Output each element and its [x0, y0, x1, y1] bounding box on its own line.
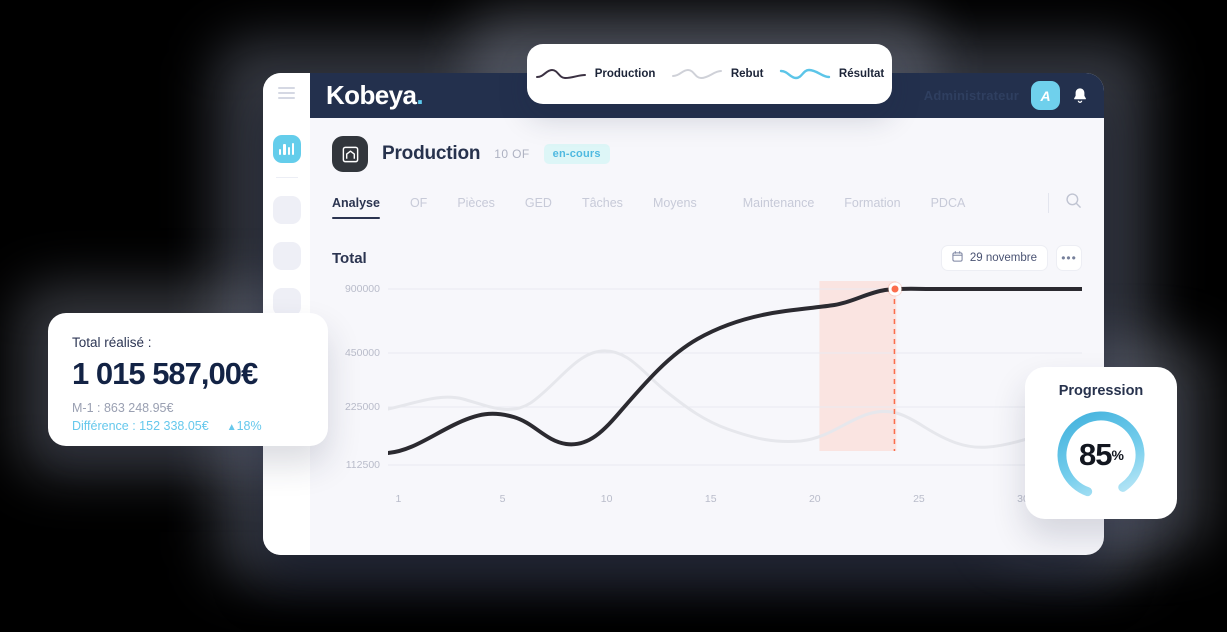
- y-tick-1: 450000: [344, 347, 380, 359]
- more-options-button[interactable]: •••: [1056, 245, 1082, 271]
- sidebar-divider: [275, 177, 298, 178]
- x-tick-4: 20: [808, 493, 821, 505]
- legend-label-resultat: Résultat: [838, 68, 885, 80]
- progression-title: Progression: [1058, 383, 1144, 399]
- chart-svg: [386, 281, 1084, 466]
- search-icon[interactable]: [1065, 192, 1082, 214]
- top-bar-right: Administrateur A: [924, 81, 1088, 110]
- x-tick-2: 10: [600, 493, 613, 505]
- kpi-difference-row: Différence : 152 338.05€ ▲18%: [72, 419, 304, 433]
- factory-icon: [332, 136, 368, 172]
- chart-marker-dot[interactable]: [888, 282, 902, 296]
- kpi-value: 1 015 587,00€: [72, 356, 258, 391]
- sidebar-item-2[interactable]: [272, 196, 301, 224]
- legend-label-rebut: Rebut: [730, 68, 764, 80]
- screenshot-stage: Kobeya. Administrateur A Production 10 O…: [0, 0, 1227, 632]
- kpi-previous-month: M-1 : 863 248.95€: [72, 401, 174, 415]
- tab-of[interactable]: OF: [410, 196, 427, 219]
- bar-chart-icon: [278, 143, 295, 155]
- logo-text: Kobeya: [326, 80, 417, 110]
- tab-pdca[interactable]: PDCA: [931, 196, 966, 219]
- total-realise-card: Total réalisé : 1 015 587,00€ M-1 : 863 …: [48, 313, 328, 446]
- chart-legend-card: Production Rebut Résultat: [527, 44, 892, 104]
- y-tick-0: 900000: [344, 283, 380, 295]
- x-tick-1: 5: [499, 493, 506, 505]
- legend-line-resultat: [779, 68, 831, 80]
- tab-taches[interactable]: Tâches: [582, 196, 623, 219]
- progression-value: 85: [1079, 437, 1112, 472]
- logo-dot: .: [416, 80, 423, 110]
- series-rebut: [386, 349, 1084, 449]
- kpi-label: Total réalisé :: [72, 335, 152, 350]
- kpi-trend-value: 18%: [236, 419, 262, 433]
- progression-ring: 85%: [1051, 405, 1151, 505]
- more-icon: •••: [1061, 251, 1077, 265]
- chart-panel: Total 29 novembre ••• 900000 450000 2250…: [332, 245, 1084, 505]
- legend-label-production: Production: [594, 68, 656, 80]
- status-badge: en-cours: [543, 144, 610, 164]
- legend-line-rebut: [671, 68, 722, 80]
- legend-item-production[interactable]: Production: [535, 66, 656, 82]
- sidebar-item-analytics[interactable]: [272, 135, 301, 163]
- x-tick-5: 25: [913, 493, 925, 505]
- calendar-icon: [952, 251, 963, 265]
- legend-line-production: [535, 68, 586, 80]
- app-logo[interactable]: Kobeya.: [326, 80, 424, 111]
- date-label: 29 novembre: [969, 252, 1037, 264]
- progression-card: Progression 85%: [1025, 367, 1177, 519]
- tab-ged[interactable]: GED: [525, 196, 552, 219]
- legend-item-rebut[interactable]: Rebut: [671, 66, 764, 82]
- tab-maintenance[interactable]: Maintenance: [743, 196, 815, 219]
- x-tick-0: 1: [395, 493, 402, 505]
- x-tick-3: 15: [704, 493, 717, 505]
- progression-value-wrap: 85%: [1051, 405, 1151, 505]
- tab-divider: [1048, 193, 1049, 213]
- hamburger-icon[interactable]: [278, 87, 295, 99]
- kpi-trend: ▲18%: [227, 419, 262, 433]
- kpi-difference: Différence : 152 338.05€: [72, 419, 209, 433]
- progression-unit: %: [1111, 447, 1124, 463]
- chart-plot-area: 900000 450000 225000 112500 1 5 10 15 20…: [345, 281, 1084, 505]
- line-chart: 900000 450000 225000 112500 1 5 10 15 20…: [332, 281, 1084, 505]
- legend-item-resultat[interactable]: Résultat: [779, 66, 884, 82]
- tab-bar: Analyse OF Pièces GED Tâches Moyens Main…: [332, 192, 1082, 223]
- tab-moyens[interactable]: Moyens: [653, 196, 697, 219]
- chart-title: Total: [332, 249, 367, 267]
- tab-pieces[interactable]: Pièces: [457, 196, 495, 219]
- chart-panel-header: Total 29 novembre •••: [332, 245, 1082, 271]
- dashboard-window: Kobeya. Administrateur A Production 10 O…: [263, 73, 1104, 555]
- tab-bar-right: [1048, 192, 1082, 223]
- y-tick-2: 225000: [344, 401, 380, 413]
- tab-analyse[interactable]: Analyse: [332, 196, 380, 219]
- chart-actions: 29 novembre •••: [940, 245, 1082, 271]
- series-production: [386, 286, 1084, 455]
- y-tick-3: 112500: [345, 459, 380, 471]
- page-header: Production 10 OF en-cours: [332, 136, 1082, 172]
- avatar[interactable]: A: [1031, 81, 1060, 110]
- sidebar-item-4[interactable]: [272, 288, 301, 316]
- of-count: 10 OF: [494, 147, 530, 161]
- tab-formation[interactable]: Formation: [844, 196, 900, 219]
- sidebar-item-3[interactable]: [272, 242, 301, 270]
- date-picker[interactable]: 29 novembre: [940, 245, 1048, 271]
- trend-up-icon: ▲: [226, 422, 237, 433]
- bell-icon[interactable]: [1072, 87, 1088, 105]
- user-name: Administrateur: [923, 88, 1019, 103]
- page-content: Production 10 OF en-cours Analyse OF Piè…: [310, 118, 1104, 555]
- page-title: Production: [382, 143, 481, 164]
